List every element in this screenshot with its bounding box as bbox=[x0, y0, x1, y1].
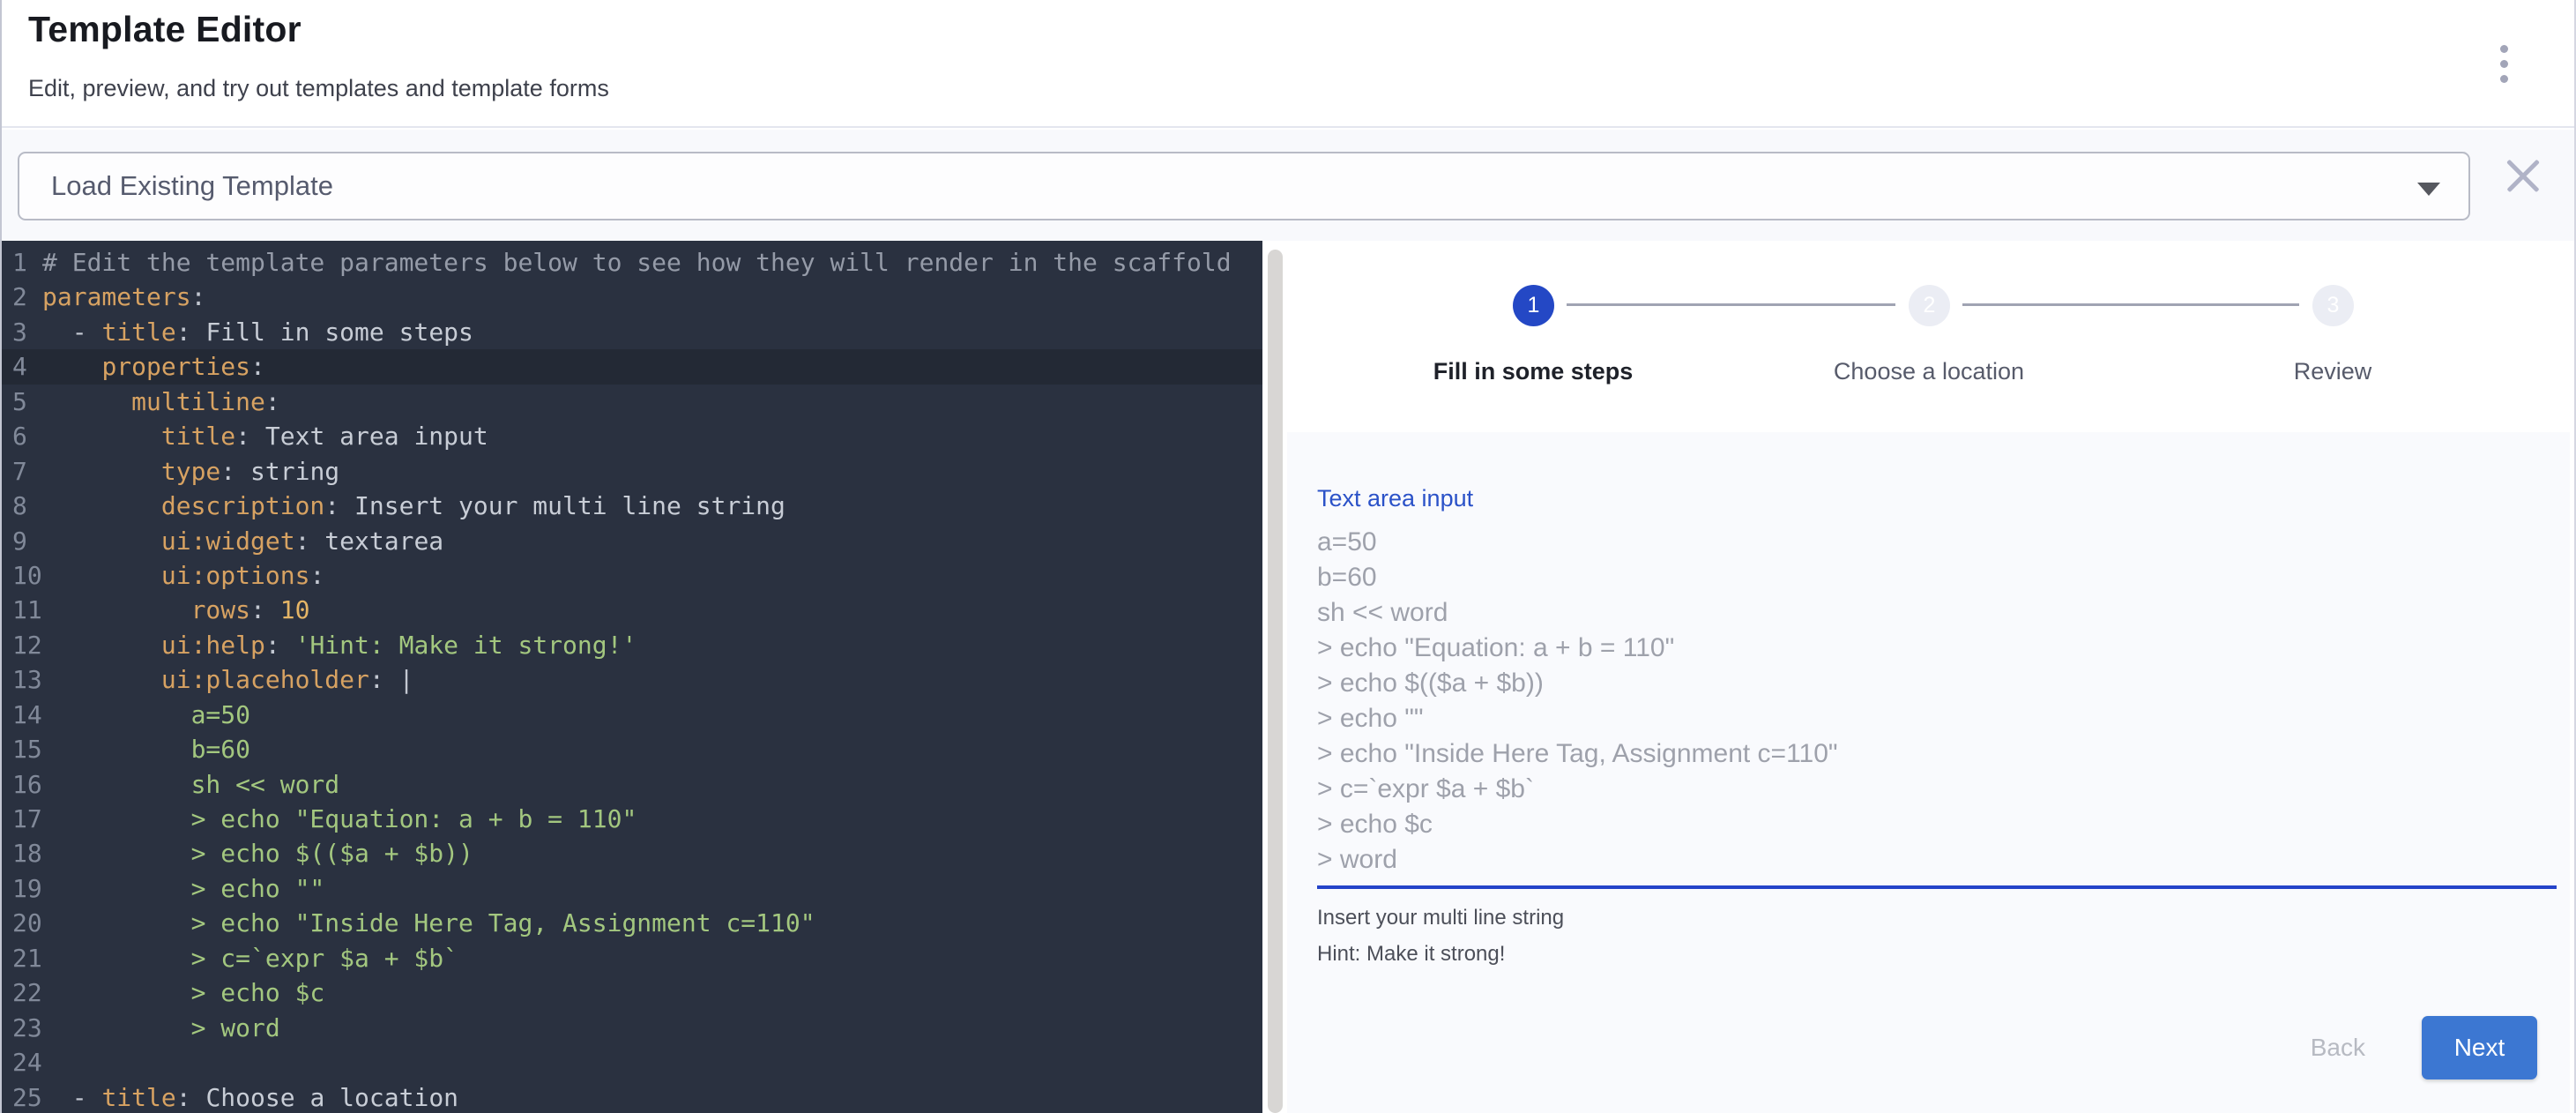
line-number: 24 bbox=[2, 1045, 42, 1079]
step-circle-3: 3 bbox=[2312, 285, 2354, 326]
code-line: 7 type: string bbox=[2, 454, 1262, 489]
chevron-down-icon bbox=[2417, 183, 2440, 196]
line-number: 11 bbox=[2, 593, 42, 627]
code-line: 10 ui:options: bbox=[2, 558, 1262, 593]
code-line: 20 > echo "Inside Here Tag, Assignment c… bbox=[2, 906, 1262, 940]
placeholder-line: a=50 bbox=[1317, 525, 2538, 560]
kebab-menu-icon bbox=[2500, 45, 2508, 83]
placeholder-line: > echo "" bbox=[1317, 701, 2538, 736]
placeholder-line: b=60 bbox=[1317, 560, 2538, 595]
code-line: 16 sh << word bbox=[2, 767, 1262, 802]
load-template-placeholder: Load Existing Template bbox=[51, 170, 333, 202]
editor-scrollbar[interactable] bbox=[1268, 250, 1283, 1113]
placeholder-line: > echo $(($a + $b)) bbox=[1317, 666, 2538, 701]
step-label: Review bbox=[2156, 358, 2509, 385]
code-line: 19 > echo "" bbox=[2, 871, 1262, 906]
code-line: 24 bbox=[2, 1045, 1262, 1079]
placeholder-line: sh << word bbox=[1317, 595, 2538, 631]
step-connector bbox=[1962, 303, 2299, 306]
placeholder-line: > c=`expr $a + $b` bbox=[1317, 772, 2538, 807]
code-line: 18 > echo $(($a + $b)) bbox=[2, 836, 1262, 870]
line-number: 18 bbox=[2, 836, 42, 870]
code-line: 17 > echo "Equation: a + b = 110" bbox=[2, 802, 1262, 836]
header: Template Editor Edit, preview, and try o… bbox=[2, 0, 2574, 128]
code-line: 4 properties: bbox=[2, 349, 1262, 384]
code-line: 9 ui:widget: textarea bbox=[2, 524, 1262, 558]
preview-panel: 1 Fill in some steps 2 Choose a location 3 Re… bbox=[1284, 241, 2570, 1113]
line-number: 25 bbox=[2, 1080, 42, 1113]
back-button[interactable]: Back bbox=[2295, 1021, 2381, 1074]
multiline-textarea-input[interactable]: a=50b=60sh << word> echo "Equation: a + … bbox=[1317, 525, 2538, 880]
code-line: 12 ui:help: 'Hint: Make it strong!' bbox=[2, 628, 1262, 662]
line-number: 9 bbox=[2, 524, 42, 558]
form-panel: Text area input a=50b=60sh << word> echo… bbox=[1287, 432, 2570, 1113]
code-line: 23 > word bbox=[2, 1011, 1262, 1045]
line-number: 12 bbox=[2, 628, 42, 662]
next-button[interactable]: Next bbox=[2422, 1016, 2537, 1079]
line-number: 20 bbox=[2, 906, 42, 940]
line-number: 7 bbox=[2, 454, 42, 489]
code-line: 2parameters: bbox=[2, 280, 1262, 314]
placeholder-line: > word bbox=[1317, 842, 2538, 878]
page-title: Template Editor bbox=[28, 9, 302, 50]
code-line: 25 - title: Choose a location bbox=[2, 1080, 1262, 1113]
code-line: 6 title: Text area input bbox=[2, 419, 1262, 453]
code-line: 1# Edit the template parameters below to… bbox=[2, 245, 1262, 280]
line-number: 1 bbox=[2, 245, 42, 280]
line-number: 22 bbox=[2, 975, 42, 1010]
step-label: Fill in some steps bbox=[1357, 358, 1709, 385]
stepper: 1 Fill in some steps 2 Choose a location 3 Re… bbox=[1284, 241, 2570, 432]
field-label: Text area input bbox=[1317, 485, 1473, 512]
step-circle-2: 2 bbox=[1909, 285, 1950, 326]
overflow-menu-button[interactable] bbox=[2479, 39, 2528, 88]
template-loader-section: Load Existing Template bbox=[2, 130, 2574, 241]
code-line: 15 b=60 bbox=[2, 732, 1262, 766]
step-circle-1: 1 bbox=[1513, 285, 1554, 326]
code-line: 21 > c=`expr $a + $b` bbox=[2, 941, 1262, 975]
placeholder-line: > echo "Equation: a + b = 110" bbox=[1317, 631, 2538, 666]
close-icon bbox=[2505, 158, 2541, 193]
code-line: 8 description: Insert your multi line st… bbox=[2, 489, 1262, 523]
line-number: 23 bbox=[2, 1011, 42, 1045]
code-line: 22 > echo $c bbox=[2, 975, 1262, 1010]
field-description: Insert your multi line string bbox=[1317, 906, 1564, 930]
line-number: 16 bbox=[2, 767, 42, 802]
code-line: 13 ui:placeholder: | bbox=[2, 662, 1262, 697]
line-number: 5 bbox=[2, 385, 42, 419]
line-number: 14 bbox=[2, 698, 42, 732]
code-line: 5 multiline: bbox=[2, 385, 1262, 419]
template-editor-page: Template Editor Edit, preview, and try o… bbox=[0, 0, 2576, 1113]
line-number: 2 bbox=[2, 280, 42, 314]
placeholder-line: > echo $c bbox=[1317, 807, 2538, 842]
line-number: 13 bbox=[2, 662, 42, 697]
wizard-buttons: Back Next bbox=[2295, 1016, 2537, 1079]
line-number: 21 bbox=[2, 941, 42, 975]
line-number: 19 bbox=[2, 871, 42, 906]
line-number: 15 bbox=[2, 732, 42, 766]
code-line: 14 a=50 bbox=[2, 698, 1262, 732]
load-template-select[interactable]: Load Existing Template bbox=[18, 152, 2470, 220]
line-number: 6 bbox=[2, 419, 42, 453]
line-number: 8 bbox=[2, 489, 42, 523]
input-focus-underline bbox=[1317, 885, 2557, 889]
code-line: 11 rows: 10 bbox=[2, 593, 1262, 627]
line-number: 4 bbox=[2, 349, 42, 384]
line-number: 17 bbox=[2, 802, 42, 836]
field-hint: Hint: Make it strong! bbox=[1317, 942, 1505, 967]
line-number: 10 bbox=[2, 558, 42, 593]
step-label: Choose a location bbox=[1753, 358, 2105, 385]
yaml-code-editor[interactable]: 1# Edit the template parameters below to… bbox=[2, 241, 1262, 1113]
clear-template-button[interactable] bbox=[2495, 147, 2551, 204]
code-line: 3 - title: Fill in some steps bbox=[2, 315, 1262, 349]
step-connector bbox=[1567, 303, 1895, 306]
page-subtitle: Edit, preview, and try out templates and… bbox=[28, 75, 609, 102]
line-number: 3 bbox=[2, 315, 42, 349]
placeholder-line: > echo "Inside Here Tag, Assignment c=11… bbox=[1317, 736, 2538, 772]
